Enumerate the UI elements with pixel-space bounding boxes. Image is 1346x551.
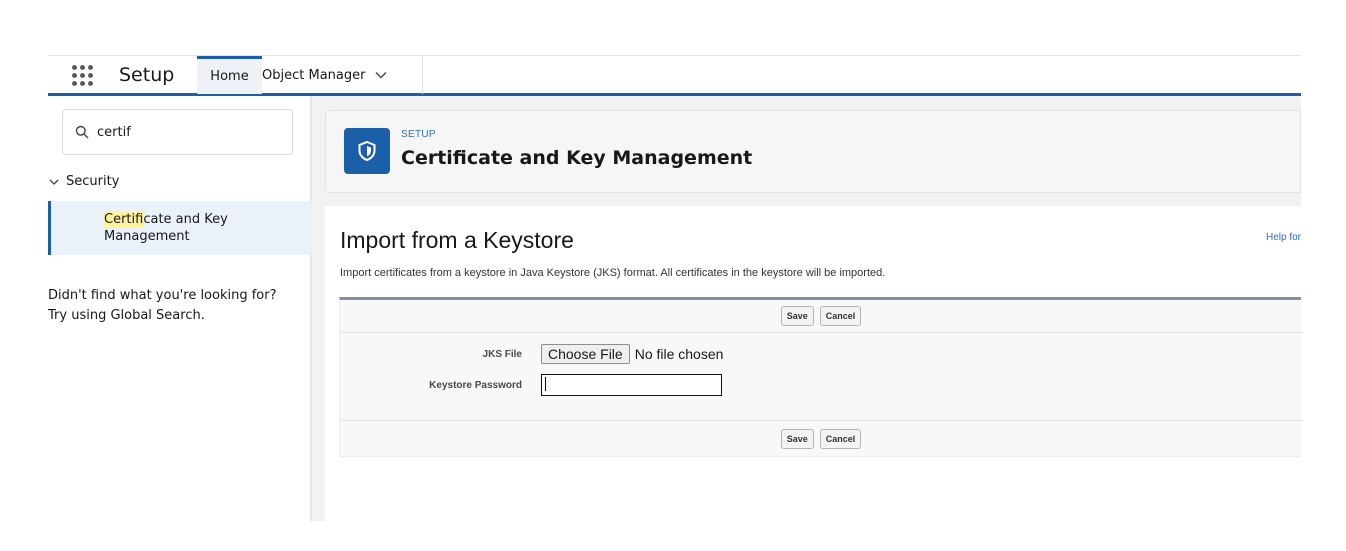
chevron-down-icon	[49, 179, 59, 185]
jks-file-row: JKS File Choose File No file chosen	[340, 344, 723, 364]
app-launcher-icon[interactable]	[70, 63, 96, 89]
tab-object-manager[interactable]: Object Manager	[262, 56, 423, 94]
save-button-top[interactable]: Save	[780, 306, 814, 326]
setup-sidebar: certif Security Certificate and Key Mana…	[48, 96, 312, 521]
save-button-bottom[interactable]: Save	[780, 428, 814, 449]
content-card: Import from a Keystore Help for Import c…	[325, 206, 1302, 521]
bottom-button-row: Save Cancel	[340, 420, 1302, 456]
help-link[interactable]: Help for	[1266, 232, 1301, 243]
keystore-password-row: Keystore Password	[340, 374, 722, 396]
text-caret	[545, 377, 546, 391]
no-find-line1: Didn't find what you're looking for?	[48, 288, 277, 303]
sidebar-item-label: icate and Key	[143, 212, 228, 227]
sidebar-item-certificate-key-management[interactable]: Certificate and Key Management	[48, 201, 312, 255]
page-title: Import from a Keystore	[340, 227, 574, 253]
tab-home[interactable]: Home	[197, 56, 262, 94]
cancel-button-top[interactable]: Cancel	[819, 306, 862, 326]
sidebar-section-label: Security	[66, 174, 120, 189]
top-button-row: Save Cancel	[340, 300, 1302, 333]
page-header: SETUP Certificate and Key Management	[325, 110, 1301, 193]
tab-object-manager-label: Object Manager	[262, 67, 366, 83]
sidebar-section-security[interactable]: Security	[48, 174, 119, 189]
import-form-block: Save Cancel JKS File Choose File No file…	[339, 297, 1302, 457]
quick-find-input[interactable]: certif	[97, 125, 131, 140]
sidebar-item-label-line2: Management	[104, 229, 190, 244]
page-title-header: Certificate and Key Management	[401, 147, 753, 169]
tab-home-label: Home	[210, 69, 249, 84]
chevron-down-icon[interactable]	[374, 68, 388, 82]
app-title: Setup	[119, 64, 175, 86]
header-eyebrow: SETUP	[401, 129, 436, 140]
top-whitespace	[0, 0, 1346, 55]
global-navbar: Setup Home Object Manager	[48, 55, 1301, 96]
cancel-button-bottom[interactable]: Cancel	[819, 428, 862, 449]
no-find-line2: Try using Global Search.	[48, 308, 205, 323]
search-match-highlight: Certif	[104, 212, 144, 227]
keystore-password-input[interactable]	[541, 374, 722, 396]
choose-file-button[interactable]: Choose File	[541, 344, 630, 364]
main-content: SETUP Certificate and Key Management Imp…	[312, 96, 1302, 521]
keystore-password-label: Keystore Password	[429, 379, 522, 391]
jks-file-label: JKS File	[482, 348, 522, 360]
quick-find-search[interactable]: certif	[62, 109, 293, 155]
search-icon	[75, 125, 89, 139]
password-input-wrap	[528, 374, 722, 396]
page-description: Import certificates from a keystore in J…	[340, 267, 886, 279]
shield-icon	[344, 128, 390, 174]
no-file-chosen-text: No file chosen	[634, 346, 724, 362]
no-find-message: Didn't find what you're looking for? Try…	[48, 286, 308, 326]
